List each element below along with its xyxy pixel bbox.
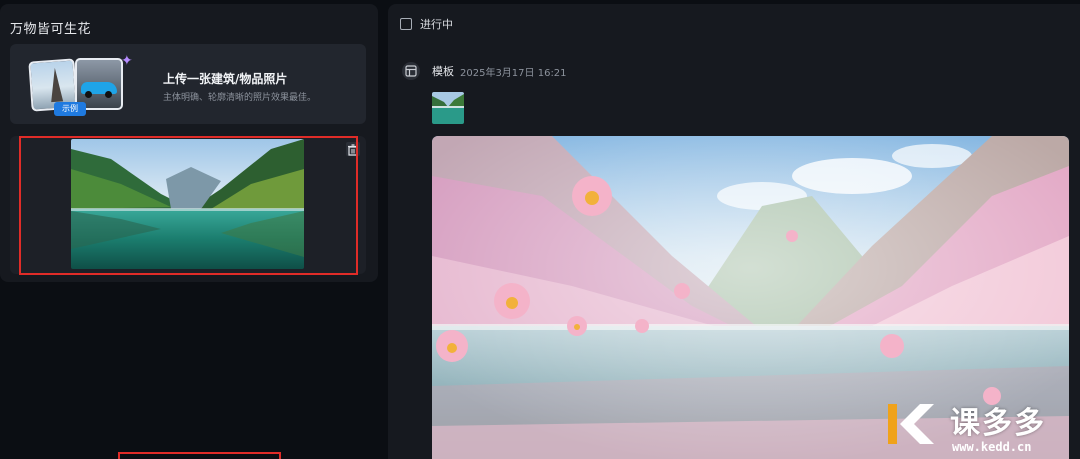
watermark-brand: 课多多 [950, 406, 1046, 441]
template-timestamp: 2025年3月17日 16:21 [460, 67, 567, 79]
upload-title: 上传一张建筑/物品照片 [163, 72, 288, 86]
kedd-logo-icon [888, 404, 934, 444]
template-label: 模板 [432, 65, 454, 78]
panel-title: 万物皆可生花 [10, 22, 92, 37]
status-label: 进行中 [420, 18, 453, 31]
watermark: 课多多 www.kedd.cn [878, 398, 1078, 456]
sparkle-icon: ✦ [121, 53, 133, 69]
watermark-url: www.kedd.cn [952, 440, 1032, 454]
in-progress-checkbox[interactable] [400, 18, 412, 30]
example-thumbnails: ✦ 示例 [28, 53, 138, 118]
status-row: 进行中 [400, 16, 453, 32]
example-badge: 示例 [54, 102, 86, 116]
highlight-box [19, 136, 358, 275]
right-panel: 进行中 模板 2025年3月17日 16:21 [388, 4, 1080, 459]
source-image-thumbnail[interactable] [432, 92, 464, 124]
upload-photo-card[interactable]: ✦ 示例 上传一张建筑/物品照片 主体明确、轮廓清晰的照片效果最佳。 [10, 44, 366, 124]
upload-hint: 主体明确、轮廓清晰的照片效果最佳。 [163, 93, 317, 103]
template-row: 模板 2025年3月17日 16:21 [402, 62, 567, 80]
highlight-box-lower [118, 452, 281, 459]
template-layout-icon [402, 62, 420, 80]
